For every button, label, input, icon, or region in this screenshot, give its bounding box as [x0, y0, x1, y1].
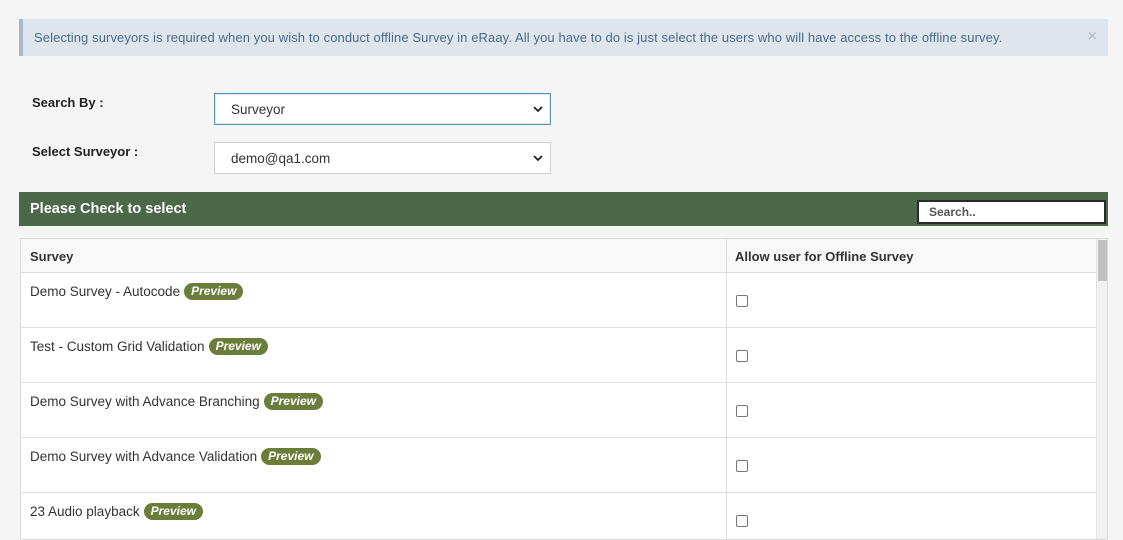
- page: Selecting surveyors is required when you…: [0, 0, 1123, 540]
- search-by-value: Surveyor: [231, 101, 286, 117]
- table-search-input[interactable]: Search..: [917, 200, 1106, 224]
- survey-name-cell: 23 Audio playback Preview: [30, 503, 203, 520]
- panel-header: Please Check to select Search..: [19, 192, 1108, 226]
- chevron-down-icon: [533, 106, 543, 113]
- select-surveyor-select[interactable]: demo@qa1.com: [214, 142, 551, 174]
- select-surveyor-value: demo@qa1.com: [231, 150, 331, 166]
- survey-name-cell: Demo Survey with Advance Branching Previ…: [30, 393, 323, 410]
- table-header: Survey Allow user for Offline Survey: [21, 239, 1097, 273]
- table-row: Demo Survey - Autocode Preview: [21, 273, 1097, 328]
- panel-title: Please Check to select: [30, 201, 187, 217]
- preview-button[interactable]: Preview: [261, 448, 321, 465]
- survey-name: Demo Survey with Advance Validation: [30, 449, 258, 464]
- survey-name-cell: Test - Custom Grid Validation Preview: [30, 338, 268, 355]
- column-header-survey: Survey: [30, 249, 74, 264]
- search-by-select[interactable]: Surveyor: [214, 93, 551, 125]
- table-row: Demo Survey with Advance Branching Previ…: [21, 383, 1097, 438]
- preview-button[interactable]: Preview: [208, 338, 268, 355]
- search-by-label: Search By :: [32, 95, 104, 110]
- column-divider: [726, 239, 727, 539]
- preview-button[interactable]: Preview: [143, 503, 203, 520]
- offline-checkbox[interactable]: [736, 460, 748, 472]
- scrollbar-thumb[interactable]: [1098, 240, 1107, 281]
- offline-checkbox[interactable]: [736, 515, 748, 527]
- table-row: Test - Custom Grid Validation Preview: [21, 328, 1097, 383]
- survey-name-cell: Demo Survey - Autocode Preview: [30, 283, 244, 300]
- survey-name: 23 Audio playback: [30, 504, 140, 519]
- survey-table: Survey Allow user for Offline Survey Dem…: [20, 238, 1108, 540]
- survey-name: Demo Survey with Advance Branching: [30, 394, 260, 409]
- offline-checkbox[interactable]: [736, 295, 748, 307]
- column-header-allow-offline: Allow user for Offline Survey: [735, 249, 914, 264]
- search-placeholder: Search..: [929, 205, 976, 219]
- vertical-scrollbar[interactable]: [1096, 239, 1107, 539]
- survey-name: Demo Survey - Autocode: [30, 284, 181, 299]
- table-row: Demo Survey with Advance Validation Prev…: [21, 438, 1097, 493]
- info-alert: Selecting surveyors is required when you…: [19, 19, 1108, 56]
- alert-message: Selecting surveyors is required when you…: [34, 30, 1003, 45]
- survey-name: Test - Custom Grid Validation: [30, 339, 205, 354]
- select-surveyor-label: Select Surveyor :: [32, 144, 139, 159]
- chevron-down-icon: [533, 155, 543, 162]
- preview-button[interactable]: Preview: [184, 283, 244, 300]
- offline-checkbox[interactable]: [736, 350, 748, 362]
- offline-checkbox[interactable]: [736, 405, 748, 417]
- table-row: 23 Audio playback Preview: [21, 493, 1097, 539]
- survey-name-cell: Demo Survey with Advance Validation Prev…: [30, 448, 321, 465]
- preview-button[interactable]: Preview: [263, 393, 323, 410]
- close-icon[interactable]: ×: [1088, 29, 1097, 45]
